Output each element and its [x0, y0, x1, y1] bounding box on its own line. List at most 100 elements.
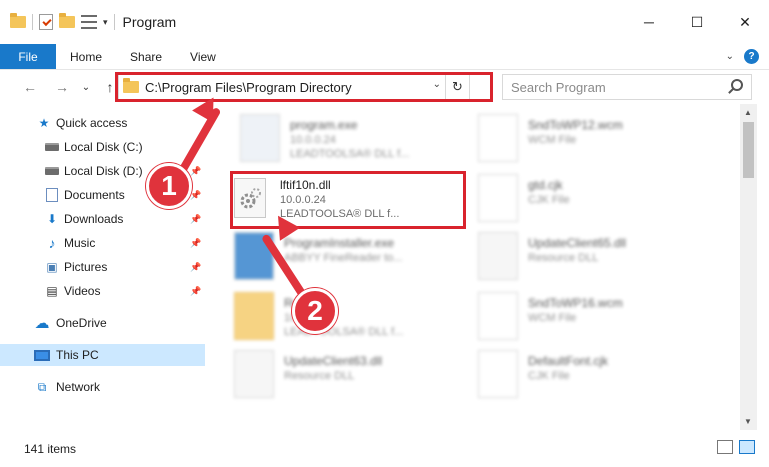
music-icon: ♪ — [48, 235, 56, 251]
dll-file-icon — [234, 350, 274, 398]
sidebar-item-pictures[interactable]: ▣ Pictures 📌 — [0, 256, 205, 278]
sidebar-item-music[interactable]: ♪ Music 📌 — [0, 232, 205, 254]
address-highlight-box — [115, 72, 493, 102]
customize-toolbar-dropdown-icon[interactable]: ▾ — [103, 17, 108, 28]
sidebar-item-label: Quick access — [56, 116, 128, 130]
callout-badge-1: 1 — [146, 163, 192, 209]
pictures-icon: ▣ — [46, 260, 58, 274]
search-input[interactable]: Search Program — [502, 74, 752, 100]
file-item[interactable]: SndToWP12.wcm WCM File — [478, 114, 728, 166]
file-item[interactable]: program.exe 10.0.0.24 LEADTOOLSA® DLL f.… — [240, 114, 470, 166]
folder-icon — [234, 292, 274, 340]
navigation-pane: ★ Quick access Local Disk (C:) 📌 Local D… — [0, 110, 205, 430]
file-item[interactable]: DefaultFont.cjk CJK File — [478, 350, 728, 402]
tab-share[interactable]: Share — [116, 44, 176, 69]
pin-icon: 📌 — [190, 261, 202, 272]
videos-icon: ▤ — [46, 284, 58, 298]
details-view-icon[interactable] — [717, 440, 733, 454]
pin-icon: 📌 — [190, 165, 202, 176]
recent-locations-button[interactable]: ⌄ — [74, 82, 98, 93]
file-type: WCM File — [528, 312, 577, 324]
forward-button[interactable]: → — [50, 79, 74, 95]
help-icon[interactable]: ? — [744, 49, 759, 64]
network-icon: ⧉ — [37, 379, 47, 394]
maximize-button[interactable]: ☐ — [673, 0, 721, 44]
documents-icon — [44, 188, 60, 202]
sidebar-item-label: Pictures — [64, 260, 108, 274]
file-item[interactable]: SndToWP16.wcm WCM File — [478, 292, 728, 344]
pc-icon — [34, 348, 50, 362]
star-icon: ★ — [38, 116, 50, 130]
file-description: ABBYY FineReader to... — [284, 252, 403, 264]
sidebar-item-label: OneDrive — [56, 316, 107, 330]
sidebar-item-downloads[interactable]: ⬇ Downloads 📌 — [0, 208, 205, 230]
file-item[interactable]: Rox 10.0 LEADTOOLSA® DLL f... — [234, 292, 464, 344]
scroll-down-icon[interactable]: ▼ — [744, 417, 752, 426]
sidebar-item-videos[interactable]: ▤ Videos 📌 — [0, 280, 205, 302]
window-title: Program — [122, 14, 177, 30]
sidebar-item-label: This PC — [56, 348, 99, 362]
cjk-file-icon — [478, 174, 518, 222]
scroll-thumb[interactable] — [743, 122, 754, 178]
pin-icon: 📌 — [190, 237, 202, 248]
file-item[interactable]: gtd.cjk CJK File — [478, 174, 728, 226]
file-name: DefaultFont.cjk — [528, 354, 609, 368]
ribbon-tabs: File Home Share View ⌄ ? — [0, 44, 769, 70]
file-type: Resource DLL — [528, 252, 599, 264]
back-button[interactable]: ← — [18, 79, 42, 95]
expand-ribbon-icon[interactable]: ⌄ — [726, 51, 734, 62]
sidebar-item-label: Local Disk (D:) — [64, 164, 143, 178]
vertical-scrollbar[interactable]: ▲ ▼ — [740, 104, 757, 430]
item-count: 141 items — [24, 441, 77, 456]
file-item[interactable]: UpdateClient65.dll Resource DLL — [478, 232, 728, 284]
sidebar-item-label: Documents — [64, 188, 125, 202]
sidebar-item-this-pc[interactable]: This PC — [0, 344, 205, 366]
tab-home[interactable]: Home — [56, 44, 116, 69]
file-type: CJK File — [528, 194, 570, 206]
cloud-icon: ☁ — [34, 315, 50, 332]
tab-file[interactable]: File — [0, 44, 56, 69]
minimize-button[interactable]: ─ — [625, 0, 673, 44]
title-bar: ▾ Program ─ ☐ ✕ — [0, 0, 769, 44]
sidebar-item-label: Downloads — [64, 212, 124, 226]
file-name: gtd.cjk — [528, 178, 563, 192]
sidebar-item-onedrive[interactable]: ☁ OneDrive — [0, 312, 205, 334]
file-version: 10.0.0.24 — [290, 134, 336, 146]
scroll-up-icon[interactable]: ▲ — [744, 108, 752, 117]
divider — [113, 14, 115, 30]
sidebar-item-label: Network — [56, 380, 101, 394]
large-icons-view-icon[interactable] — [739, 440, 755, 454]
sidebar-item-label: Music — [64, 236, 96, 250]
sidebar-item-local-disk-c[interactable]: Local Disk (C:) 📌 — [0, 136, 205, 158]
wcm-file-icon — [478, 114, 518, 162]
close-button[interactable]: ✕ — [721, 0, 769, 44]
pin-icon: 📌 — [190, 285, 202, 296]
file-item[interactable]: UpdateClient63.dll Resource DLL — [234, 350, 464, 402]
properties-icon[interactable] — [81, 15, 97, 29]
file-name: ProgramInstaller.exe — [284, 236, 395, 250]
sidebar-item-label: Local Disk (C:) — [64, 140, 143, 154]
file-name: SndToWP16.wcm — [528, 296, 623, 310]
folder-icon — [10, 13, 26, 28]
sidebar-item-quick-access[interactable]: ★ Quick access — [0, 112, 205, 134]
drive-icon — [44, 164, 60, 178]
properties-check-icon[interactable] — [39, 14, 53, 30]
sidebar-item-network[interactable]: ⧉ Network — [0, 376, 205, 398]
tab-view[interactable]: View — [176, 44, 230, 69]
window-controls: ─ ☐ ✕ — [625, 0, 769, 44]
cjk-file-icon — [478, 350, 518, 398]
file-description: Resource DLL — [284, 370, 355, 382]
status-bar: 141 items — [0, 430, 769, 467]
pin-icon: 📌 — [190, 213, 202, 224]
drive-icon — [44, 140, 60, 154]
search-placeholder: Search Program — [511, 79, 606, 95]
downloads-icon: ⬇ — [46, 212, 58, 226]
search-icon[interactable] — [731, 79, 743, 91]
wcm-file-icon — [478, 292, 518, 340]
file-name: UpdateClient65.dll — [528, 236, 627, 250]
new-folder-icon[interactable] — [59, 13, 75, 28]
divider — [32, 14, 33, 30]
quick-access-toolbar: ▾ — [0, 13, 115, 30]
pin-icon: 📌 — [190, 189, 202, 200]
file-name: program.exe — [290, 118, 358, 132]
